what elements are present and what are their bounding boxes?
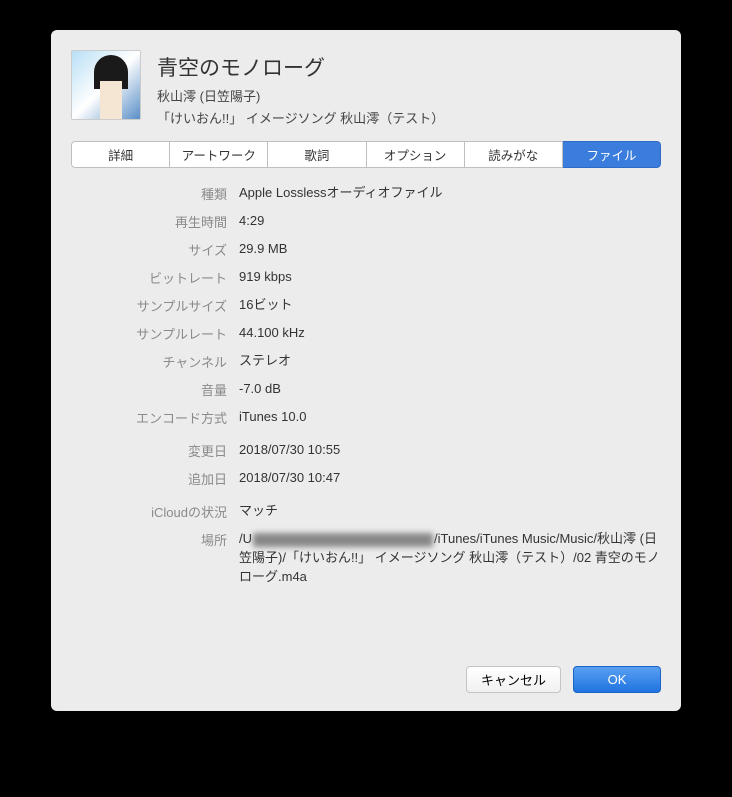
tab-lyrics[interactable]: 歌詞 [268, 141, 366, 168]
label-channels: チャンネル [71, 352, 239, 371]
info-dialog: 青空のモノローグ 秋山澪 (日笠陽子) 「けいおん!!」 イメージソング 秋山澪… [51, 30, 681, 711]
dialog-header: 青空のモノローグ 秋山澪 (日笠陽子) 「けいおん!!」 イメージソング 秋山澪… [51, 30, 681, 141]
row-kind: 種類 Apple Losslessオーディオファイル [71, 184, 661, 203]
dialog-footer: キャンセル OK [51, 606, 681, 711]
row-modified: 変更日 2018/07/30 10:55 [71, 441, 661, 460]
title-block: 青空のモノローグ 秋山澪 (日笠陽子) 「けいおん!!」 イメージソング 秋山澪… [157, 50, 444, 127]
value-channels: ステレオ [239, 352, 661, 371]
row-location: 場所 /U/iTunes/iTunes Music/Music/秋山澪 (日笠陽… [71, 530, 661, 587]
row-volume: 音量 -7.0 dB [71, 380, 661, 399]
row-added: 追加日 2018/07/30 10:47 [71, 469, 661, 488]
file-fields: 種類 Apple Losslessオーディオファイル 再生時間 4:29 サイズ… [51, 184, 681, 606]
tab-options[interactable]: オプション [367, 141, 465, 168]
label-icloud: iCloudの状況 [71, 502, 239, 521]
redacted-path [253, 533, 433, 547]
value-modified: 2018/07/30 10:55 [239, 441, 661, 460]
label-encoder: エンコード方式 [71, 408, 239, 427]
row-size: サイズ 29.9 MB [71, 240, 661, 259]
value-samplesize: 16ビット [239, 296, 661, 315]
tab-file[interactable]: ファイル [563, 141, 661, 168]
tab-details[interactable]: 詳細 [71, 141, 170, 168]
row-samplerate: サンプルレート 44.100 kHz [71, 324, 661, 343]
location-prefix: /U [239, 531, 252, 546]
value-kind: Apple Losslessオーディオファイル [239, 184, 661, 203]
label-location: 場所 [71, 530, 239, 549]
track-album: 「けいおん!!」 イメージソング 秋山澪（テスト） [157, 108, 444, 127]
label-samplerate: サンプルレート [71, 324, 239, 343]
value-icloud: マッチ [239, 502, 661, 521]
row-icloud: iCloudの状況 マッチ [71, 502, 661, 521]
row-duration: 再生時間 4:29 [71, 212, 661, 231]
tab-bar: 詳細 アートワーク 歌詞 オプション 読みがな ファイル [71, 141, 661, 168]
row-encoder: エンコード方式 iTunes 10.0 [71, 408, 661, 427]
label-samplesize: サンプルサイズ [71, 296, 239, 315]
row-channels: チャンネル ステレオ [71, 352, 661, 371]
ok-button[interactable]: OK [573, 666, 661, 693]
value-bitrate: 919 kbps [239, 268, 661, 287]
value-location: /U/iTunes/iTunes Music/Music/秋山澪 (日笠陽子)/… [239, 530, 661, 587]
row-bitrate: ビットレート 919 kbps [71, 268, 661, 287]
value-added: 2018/07/30 10:47 [239, 469, 661, 488]
label-size: サイズ [71, 240, 239, 259]
value-volume: -7.0 dB [239, 380, 661, 399]
label-modified: 変更日 [71, 441, 239, 460]
track-title: 青空のモノローグ [157, 52, 444, 82]
cancel-button[interactable]: キャンセル [466, 666, 561, 693]
label-added: 追加日 [71, 469, 239, 488]
tab-artwork[interactable]: アートワーク [170, 141, 268, 168]
value-size: 29.9 MB [239, 240, 661, 259]
label-volume: 音量 [71, 380, 239, 399]
value-encoder: iTunes 10.0 [239, 408, 661, 427]
row-samplesize: サンプルサイズ 16ビット [71, 296, 661, 315]
album-artwork [71, 50, 141, 120]
tab-sorting[interactable]: 読みがな [465, 141, 563, 168]
track-artist: 秋山澪 (日笠陽子) [157, 86, 444, 105]
value-samplerate: 44.100 kHz [239, 324, 661, 343]
value-duration: 4:29 [239, 212, 661, 231]
label-bitrate: ビットレート [71, 268, 239, 287]
label-kind: 種類 [71, 184, 239, 203]
label-duration: 再生時間 [71, 212, 239, 231]
